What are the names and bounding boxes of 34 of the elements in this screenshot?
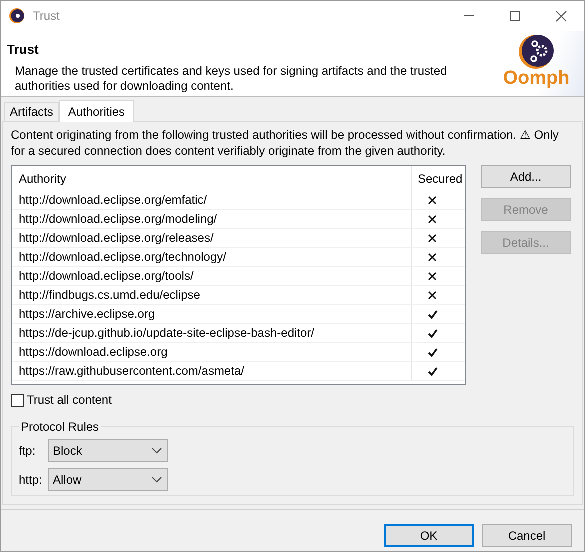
authority-cell: https://de-jcup.github.io/update-site-eclipse-bash-editor/	[12, 324, 412, 342]
close-icon[interactable]	[556, 10, 566, 22]
maximize-icon[interactable]	[510, 11, 520, 21]
checkbox-label[interactable]: Trust all content	[27, 391, 112, 409]
authority-cell: http://download.eclipse.org/tools/	[12, 267, 412, 285]
page-title: Trust	[7, 41, 40, 59]
rule-label: ftp:	[19, 442, 37, 460]
chevron-down-icon	[152, 448, 162, 454]
dialog-button[interactable]: OK	[384, 524, 474, 547]
authority-cell: http://download.eclipse.org/modeling/	[12, 210, 412, 228]
column-header[interactable]: Secured	[412, 166, 463, 191]
column-header[interactable]: Authority	[12, 166, 412, 191]
page-description: Manage the trusted certificates and keys used for signing artifacts and the trusted authorities used for downloading content.	[14, 62, 448, 94]
rule-dropdown[interactable]: Allow	[48, 468, 168, 491]
dialog-button[interactable]: Cancel	[482, 524, 572, 547]
window-title: Trust	[33, 8, 60, 25]
tab[interactable]: Authorities	[59, 100, 134, 122]
authority-cell: http://findbugs.cs.umd.edu/eclipse	[12, 286, 412, 304]
rule-dropdown[interactable]: Block	[48, 439, 168, 462]
rule-label: http:	[19, 472, 44, 488]
authority-cell: https://download.eclipse.org	[12, 343, 412, 361]
tab[interactable]: Artifacts	[4, 102, 60, 121]
chevron-down-icon	[152, 476, 162, 482]
intro-text: Content originating from the following trusted authorities will be processed without confirmation. ⚠ Only for a secured connection does content verifiably originate from the given authority.	[10, 127, 560, 159]
action-button[interactable]: Add...	[481, 165, 571, 188]
authority-cell: https://archive.eclipse.org	[12, 305, 412, 323]
authority-cell: http://download.eclipse.org/technology/	[12, 248, 412, 266]
authority-cell: https://raw.githubusercontent.com/asmeta/	[12, 362, 412, 380]
gears-logo-icon	[518, 34, 556, 70]
authority-cell: http://download.eclipse.org/emfatic/	[12, 191, 412, 209]
authority-cell: http://download.eclipse.org/releases/	[12, 229, 412, 247]
logo-text: Oomph	[503, 68, 570, 90]
app-icon	[9, 8, 25, 24]
checkbox[interactable]	[11, 394, 24, 406]
